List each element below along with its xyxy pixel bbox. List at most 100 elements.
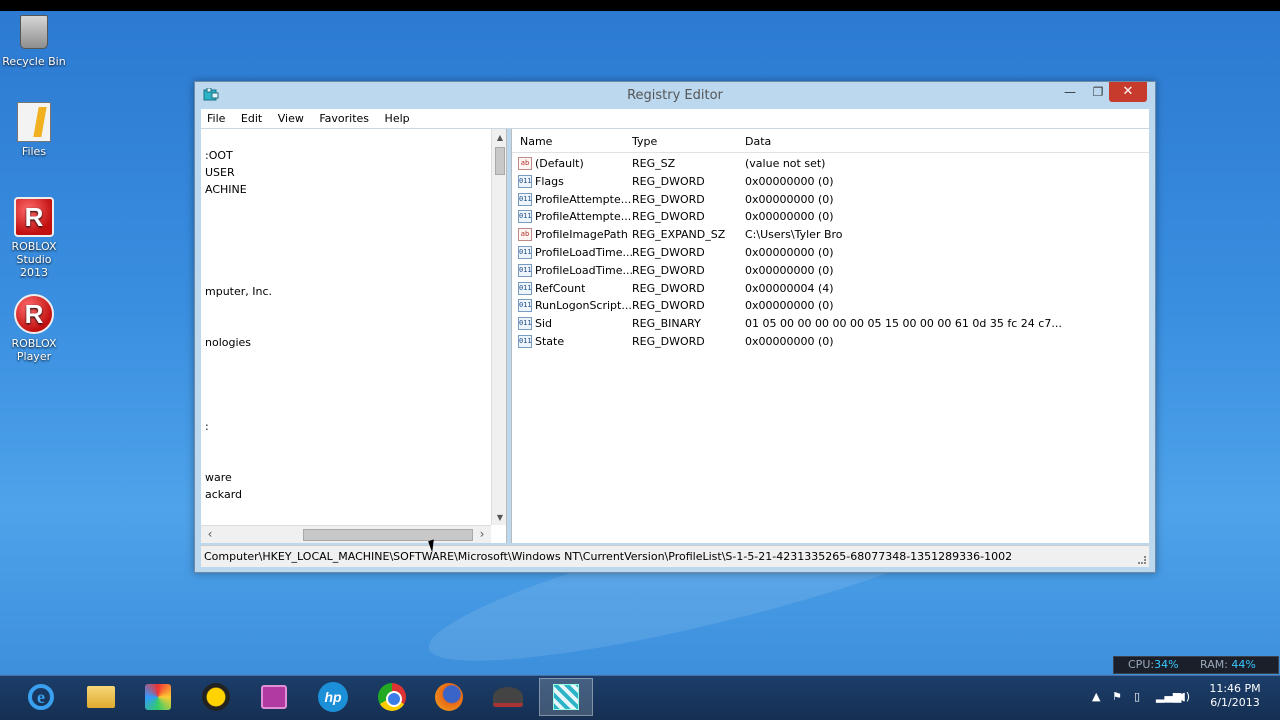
taskbar-hp[interactable]: hp <box>306 678 360 716</box>
table-row[interactable]: 011 ProfileLoadTime... REG_DWORD 0x00000000… <box>512 244 1149 262</box>
value-type-cell: REG_DWORD <box>632 335 705 348</box>
hat-app-icon <box>493 687 523 707</box>
colorful-app-icon <box>145 684 171 710</box>
tree-item[interactable]: ware <box>205 471 232 484</box>
table-row[interactable]: ab (Default) REG_SZ (value not set) <box>512 155 1149 173</box>
value-type-cell: REG_EXPAND_SZ <box>632 228 726 242</box>
tree-item[interactable]: nologies <box>205 336 251 349</box>
taskbar-colorful-app[interactable] <box>131 678 185 716</box>
registry-editor-icon <box>553 684 579 710</box>
menu-view[interactable]: View <box>272 109 310 129</box>
scroll-left-arrow-icon[interactable]: ‹ <box>203 526 217 543</box>
purple-app-icon <box>261 685 287 709</box>
binary-value-icon: 011 <box>518 210 532 224</box>
value-type-cell: REG_DWORD <box>632 299 705 313</box>
minimize-button[interactable]: — <box>1057 84 1083 102</box>
value-name-cell: RefCount <box>535 281 586 295</box>
value-type-cell: REG_DWORD <box>632 246 705 259</box>
desktop-icon-roblox-studio[interactable]: R ROBLOX Studio 2013 <box>0 196 68 279</box>
value-name-cell: (Default) <box>535 157 584 170</box>
action-center-icon[interactable]: ⚑ <box>1112 690 1122 703</box>
close-button[interactable]: ✕ <box>1109 82 1147 102</box>
value-name-cell: ProfileAttempte... <box>535 192 632 206</box>
table-row[interactable]: 011 State REG_DWORD 0x00000000 (0) <box>512 333 1149 351</box>
desktop-icon-recycle-bin[interactable]: Recycle Bin <box>0 11 68 68</box>
tree-item[interactable]: ackard <box>205 488 242 501</box>
value-type-cell: REG_DWORD <box>632 263 705 277</box>
taskbar-registry-editor[interactable] <box>539 678 593 716</box>
table-row[interactable]: 011 Sid REG_BINARY 01 05 00 00 00 00 00 05 … <box>512 315 1149 333</box>
recycle-bin-icon <box>14 11 54 53</box>
desktop-icon-label: Recycle Bin <box>2 55 66 68</box>
scroll-up-arrow-icon[interactable]: ▲ <box>492 131 506 145</box>
table-row[interactable]: 011 RefCount REG_DWORD 0x00000004 (4) <box>512 280 1149 298</box>
value-data-cell: 0x00000000 (0) <box>745 299 834 313</box>
horizontal-scroll-thumb[interactable] <box>303 529 473 541</box>
network-icon[interactable]: ▂▄▆ <box>1156 690 1181 703</box>
resize-grip-icon[interactable] <box>1138 556 1146 564</box>
column-header-name[interactable]: Name <box>520 135 552 148</box>
scroll-down-arrow-icon[interactable]: ▼ <box>492 511 506 525</box>
column-header-type[interactable]: Type <box>632 135 657 148</box>
files-icon <box>14 101 54 143</box>
ram-label: RAM: <box>1200 658 1228 671</box>
value-data-cell: 0x00000000 (0) <box>745 174 834 188</box>
taskbar-norton[interactable] <box>189 678 243 716</box>
menu-edit[interactable]: Edit <box>235 109 268 129</box>
taskbar-hat-app[interactable] <box>481 678 535 716</box>
volume-icon[interactable]: ◖) <box>1180 690 1190 703</box>
taskbar-chrome[interactable] <box>365 678 419 716</box>
ram-value: 44% <box>1231 658 1256 671</box>
column-header-data[interactable]: Data <box>745 135 771 148</box>
cpu-label: CPU: <box>1128 658 1155 671</box>
value-name-cell: ProfileAttempte... <box>535 210 632 224</box>
value-name-cell: ProfileImagePath <box>535 228 628 242</box>
string-value-icon: ab <box>518 228 532 242</box>
table-row[interactable]: ab ProfileImagePath REG_EXPAND_SZ C:\Users\… <box>512 226 1149 244</box>
tree-item[interactable]: USER <box>205 166 235 179</box>
desktop-icon-label: Files <box>21 145 47 158</box>
binary-value-icon: 011 <box>518 299 532 313</box>
tree-item[interactable]: mputer, Inc. <box>205 285 272 298</box>
window-title: Registry Editor <box>627 88 723 103</box>
value-data-cell: 0x00000000 (0) <box>745 192 834 206</box>
show-hidden-icons-icon[interactable]: ▲ <box>1092 690 1100 703</box>
binary-value-icon: 011 <box>518 192 532 206</box>
key-tree-pane[interactable]: :OOT USER ACHINE mputer, Inc. nologies :… <box>201 129 507 543</box>
table-row[interactable]: 011 ProfileAttempte... REG_DWORD 0x00000000… <box>512 208 1149 226</box>
value-type-cell: REG_DWORD <box>632 281 705 295</box>
registry-editor-window[interactable]: Registry Editor — ❐ ✕ File Edit View Fav… <box>194 81 1156 573</box>
menu-favorites[interactable]: Favorites <box>313 109 375 129</box>
scroll-right-arrow-icon[interactable]: › <box>475 526 489 543</box>
values-list-pane[interactable]: Name Type Data ab (Default) REG_SZ (value n… <box>511 129 1149 543</box>
roblox-studio-icon: R <box>14 196 54 238</box>
value-data-cell: 0x00000000 (0) <box>745 335 834 348</box>
maximize-button[interactable]: ❐ <box>1085 84 1111 102</box>
system-clock[interactable]: 11:46 PM 6/1/2013 <box>1205 682 1265 710</box>
value-data-cell: 0x00000000 (0) <box>745 210 834 224</box>
tree-horizontal-scrollbar[interactable]: ‹ › <box>201 525 491 543</box>
tree-item[interactable]: ACHINE <box>205 183 247 196</box>
taskbar-internet-explorer[interactable]: e <box>14 678 68 716</box>
power-icon[interactable]: ▯ <box>1134 690 1140 703</box>
tree-item[interactable]: :OOT <box>205 149 233 162</box>
taskbar-file-explorer[interactable] <box>74 678 128 716</box>
table-row[interactable]: 011 RunLogonScript... REG_DWORD 0x00000000 … <box>512 297 1149 315</box>
menu-help[interactable]: Help <box>379 109 416 129</box>
value-data-cell: 0x00000004 (4) <box>745 281 834 295</box>
vertical-scroll-thumb[interactable] <box>495 147 505 175</box>
taskbar-firefox[interactable] <box>422 678 476 716</box>
table-row[interactable]: 011 ProfileLoadTime... REG_DWORD 0x00000000… <box>512 262 1149 280</box>
taskbar-purple-app[interactable] <box>247 678 301 716</box>
tree-item[interactable]: : <box>205 420 209 433</box>
desktop-icon-files[interactable]: Files <box>0 101 68 158</box>
desktop-icon-roblox-player[interactable]: R ROBLOX Player <box>0 293 68 363</box>
chrome-icon <box>378 683 406 711</box>
menu-file[interactable]: File <box>201 109 231 129</box>
title-bar[interactable]: Registry Editor — ❐ ✕ <box>195 82 1155 108</box>
tree-vertical-scrollbar[interactable]: ▲ ▼ <box>491 129 506 525</box>
table-row[interactable]: 011 ProfileAttempte... REG_DWORD 0x00000000… <box>512 191 1149 209</box>
firefox-icon <box>435 683 463 711</box>
table-row[interactable]: 011 Flags REG_DWORD 0x00000000 (0) <box>512 173 1149 191</box>
value-data-cell: 01 05 00 00 00 00 00 05 15 00 00 00 61 0… <box>745 317 1062 331</box>
